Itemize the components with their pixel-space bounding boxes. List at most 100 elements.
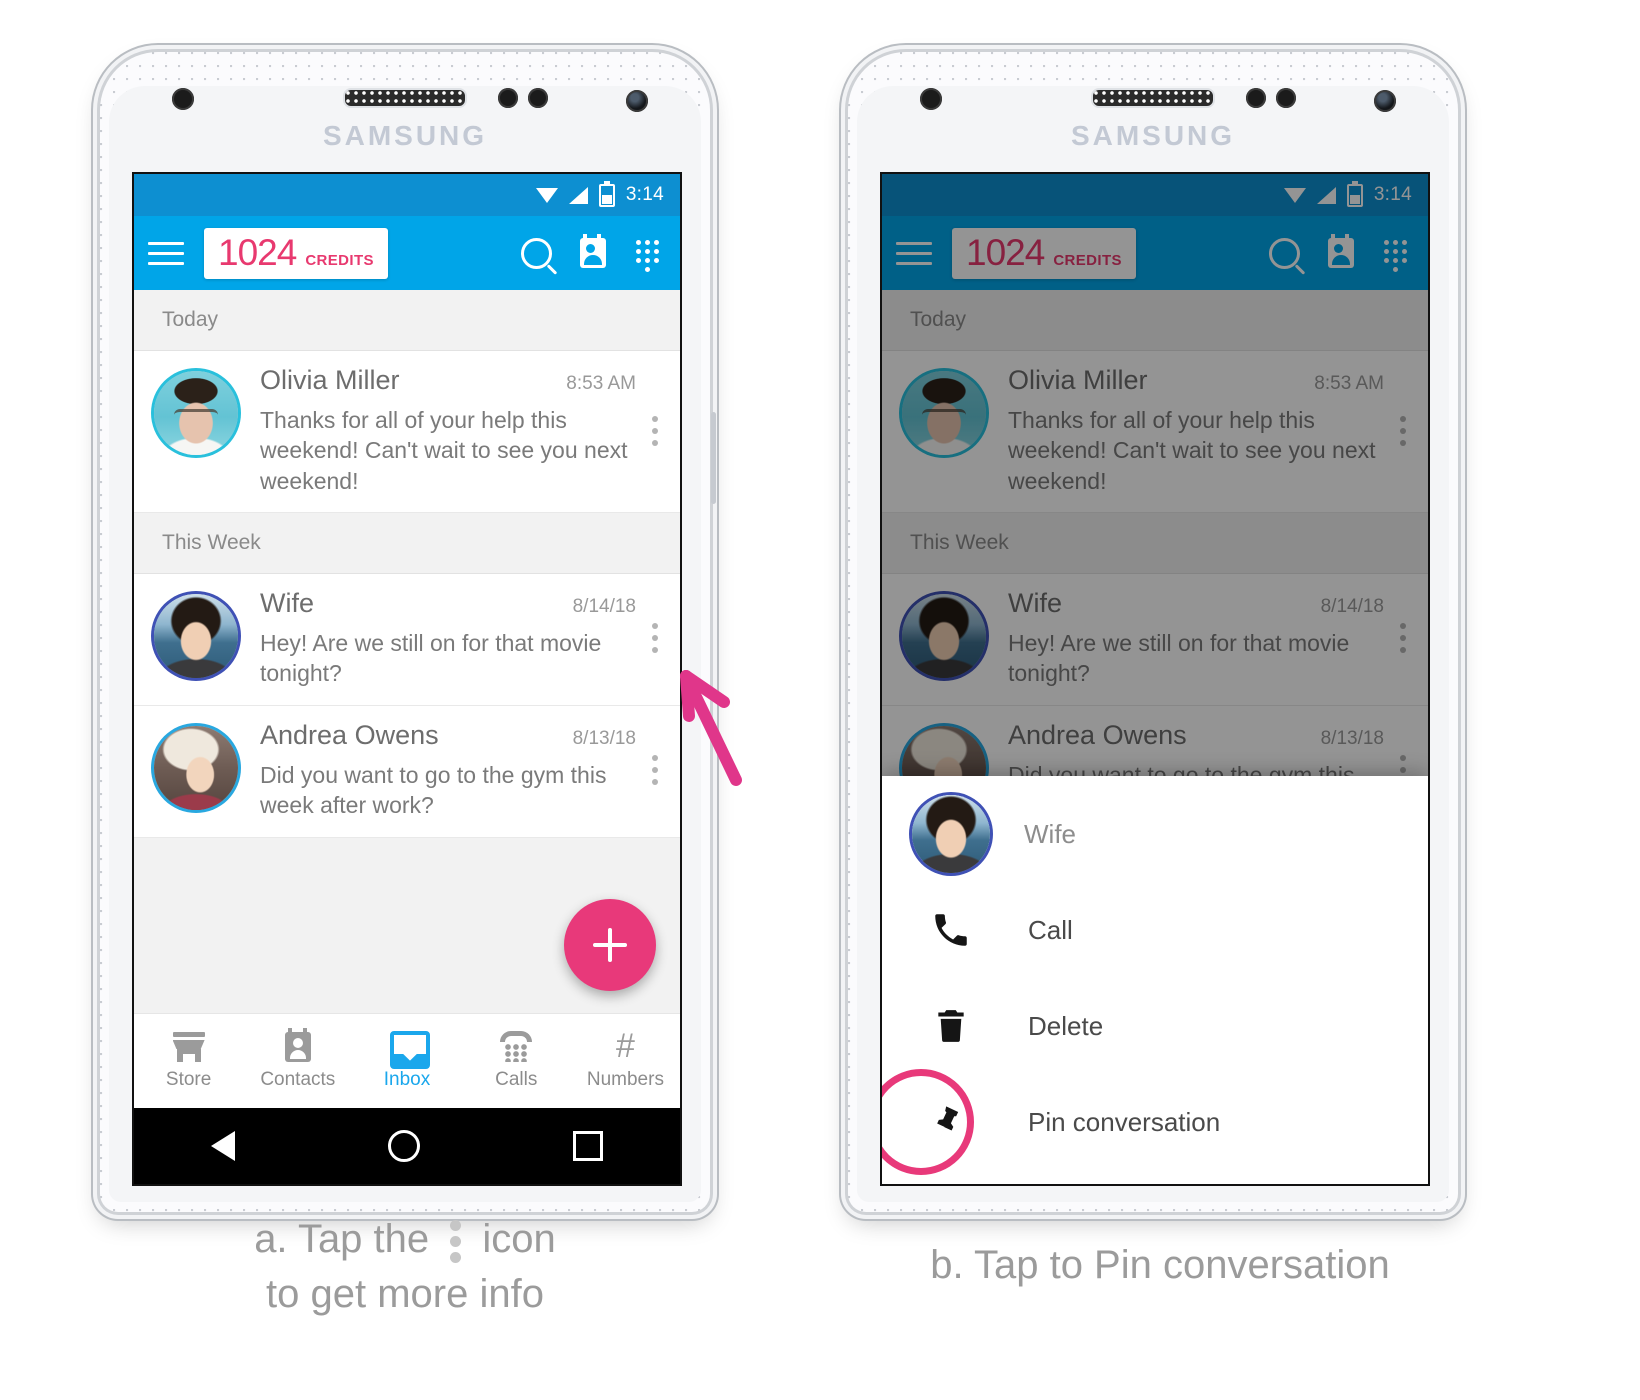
conversation-row-andrea[interactable]: Andrea Owens 8/13/18 Did you want to go … [134,705,680,838]
popup-contact-name: Wife [1024,818,1076,849]
nav-item-calls[interactable]: Calls [462,1014,571,1108]
popup-item-pin-conversation[interactable]: Pin conversation [882,1069,1428,1175]
dialpad-icon[interactable] [634,238,660,272]
credits-label: CREDITS [305,251,374,269]
back-triangle-icon[interactable] [210,1131,235,1161]
home-circle-icon[interactable] [387,1130,420,1162]
caption-a-line1: a. Tap the icon [100,1212,710,1267]
nav-label: Calls [495,1069,538,1090]
trash-icon [912,1005,990,1047]
kebab-menu-icon[interactable] [1390,415,1416,446]
hamburger-menu-icon[interactable] [148,241,184,265]
conversation-body: Wife 8/14/18 Hey! Are we still on for th… [238,588,642,689]
search-icon[interactable] [521,237,552,269]
conversation-row-wife[interactable]: Wife 8/14/18 Hey! Are we still on for th… [134,574,680,706]
credits-value: 1024 [218,231,297,273]
contacts-icon[interactable] [580,234,606,268]
contacts-icon [281,1028,315,1063]
wifi-icon [535,187,558,204]
phone-b-screen: 3:14 1024 CREDITS Today Olivia Miller 8:… [880,172,1430,1186]
conversation-time: 8:53 AM [1314,373,1384,394]
volume-button[interactable] [711,412,716,504]
battery-icon [598,180,615,207]
caption-b: b. Tap to Pin conversation [930,1243,1390,1287]
credits-value: 1024 [966,231,1045,273]
conversation-row-wife[interactable]: Wife 8/14/18 Hey! Are we still on for th… [882,574,1428,706]
conversation-time: 8/14/18 [1320,596,1384,618]
status-bar-time: 3:14 [625,184,664,205]
wife-avatar [902,594,986,679]
nav-label: Store [165,1069,212,1090]
kebab-menu-icon [450,1219,462,1263]
nav-item-contacts[interactable]: Contacts [243,1014,352,1108]
conversation-time: 8:53 AM [566,373,636,394]
app-bar: 1024 CREDITS [134,216,680,290]
signal-icon [1316,186,1336,204]
recents-square-icon[interactable] [573,1131,604,1161]
front-camera-icon [626,90,648,112]
kebab-menu-icon[interactable] [1390,623,1416,654]
section-header-this-week: This Week [134,513,680,575]
android-navigation-bar [134,1108,680,1184]
conversation-time: 8/13/18 [1320,727,1384,749]
popup-item-call[interactable]: Call [882,882,1428,978]
conversation-message: Thanks for all of your help this weekend… [260,407,628,494]
contacts-icon[interactable] [1328,234,1354,268]
caption-a-line1-after: icon [482,1217,556,1261]
earpiece-speaker-icon [343,88,467,108]
battery-icon [1346,180,1363,207]
conversation-message: Did you want to go to the gym this week … [260,761,607,819]
popup-item-label: Call [1028,914,1073,945]
conversation-message: Thanks for all of your help this weekend… [1008,407,1376,494]
app-bar-actions [521,234,666,272]
andrea-avatar [154,725,238,810]
conversation-row-olivia[interactable]: Olivia Miller 8:53 AM Thanks for all of … [134,351,680,514]
credits-chip[interactable]: 1024 CREDITS [204,227,388,279]
kebab-menu-icon[interactable] [642,415,668,446]
conversation-time: 8/14/18 [572,596,636,618]
popup-item-delete[interactable]: Delete [882,978,1428,1074]
section-header-this-week: This Week [882,513,1428,575]
dialpad-icon[interactable] [1382,238,1408,272]
nav-item-store[interactable]: Store [134,1014,243,1108]
samsung-brand-logo: SAMSUNG [322,120,488,151]
status-bar-time: 3:14 [1373,184,1412,205]
section-header-today: Today [882,290,1428,351]
search-icon[interactable] [1269,237,1300,269]
conversation-body: Andrea Owens 8/13/18 Did you want to go … [238,720,642,821]
status-bar: 3:14 [134,174,680,216]
hash-icon: # [615,1027,635,1065]
app-bar-actions [1269,234,1414,272]
conversation-time: 8/13/18 [572,727,636,749]
calls-icon [499,1031,533,1063]
plus-icon [593,928,627,962]
credits-chip[interactable]: 1024 CREDITS [952,227,1136,279]
compose-fab-button[interactable] [564,899,656,991]
section-header-today: Today [134,290,680,351]
kebab-menu-icon[interactable] [642,755,668,786]
popup-contact-header: Wife [882,786,1428,882]
conversation-body: Wife 8/14/18 Hey! Are we still on for th… [986,588,1390,689]
phone-a-screen: 3:14 1024 CREDITS Today Olivia Miller 8:… [132,172,682,1186]
phone-a: SAMSUNG 3:14 1024 CREDITS Today Olivia M… [100,52,716,1212]
hamburger-menu-icon[interactable] [896,241,932,265]
light-sensor-icon [1246,88,1266,108]
nav-item-inbox[interactable]: Inbox [352,1014,461,1108]
pin-icon [912,1100,990,1144]
kebab-menu-icon[interactable] [642,623,668,654]
conversation-options-popup: Wife Call Delete Pin conversation [882,776,1428,1184]
ir-sensor-icon [1276,88,1296,108]
inbox-empty-area [134,837,680,1013]
nav-label: Inbox [383,1069,431,1090]
proximity-sensor-icon [172,88,194,110]
nav-label: Numbers [586,1069,664,1090]
olivia-avatar [154,371,238,455]
caption-a: a. Tap the icon to get more info [100,1212,710,1322]
popup-item-label: Delete [1028,1010,1104,1041]
conversation-message: Hey! Are we still on for that movie toni… [260,630,602,687]
nav-item-numbers[interactable]: # Numbers [571,1014,680,1108]
front-camera-icon [1374,90,1396,112]
earpiece-speaker-icon [1091,88,1215,108]
wife-avatar [912,795,990,873]
conversation-row-olivia[interactable]: Olivia Miller 8:53 AM Thanks for all of … [882,351,1428,514]
